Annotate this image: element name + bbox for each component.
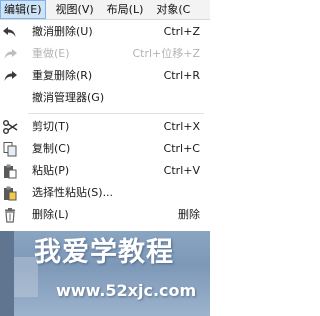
undo-icon bbox=[0, 21, 20, 43]
menu-item-undo[interactable]: 撤消删除(U) Ctrl+Z bbox=[0, 21, 210, 43]
menu-item-shortcut: Ctrl+X bbox=[163, 120, 200, 133]
banner-url: www.52xjc.com bbox=[56, 281, 197, 300]
menu-item-label: 撤消管理器(G) bbox=[32, 91, 105, 104]
menu-item-redo[interactable]: 重做(E) Ctrl+位移+Z bbox=[0, 43, 210, 65]
menubar-view[interactable]: 视图(V) bbox=[53, 0, 97, 19]
menu-item-shortcut: Ctrl+位移+Z bbox=[132, 47, 200, 60]
watermark-banner: 我爱学教程 www.52xjc.com bbox=[0, 231, 210, 316]
menu-item-shortcut: Ctrl+V bbox=[163, 164, 200, 177]
paste-special-icon bbox=[0, 182, 20, 204]
menu-item-label: 删除(L) bbox=[32, 208, 69, 221]
menu-item-undo-manager[interactable]: 撤消管理器(G) bbox=[0, 87, 210, 109]
menu-item-shortcut: 删除 bbox=[178, 208, 200, 221]
menu-item-shortcut: Ctrl+C bbox=[163, 142, 200, 155]
menu-item-label: 选择性粘贴(S)... bbox=[32, 186, 114, 199]
scissors-icon bbox=[0, 116, 20, 138]
repeat-icon bbox=[0, 65, 20, 87]
app-window: 编辑(E) 视图(V) 布局(L) 对象(C 撤消删除(U) Ctrl+Z 重做… bbox=[0, 0, 210, 316]
menu-item-label: 重复删除(R) bbox=[32, 69, 93, 82]
banner-title: 我爱学教程 bbox=[34, 237, 174, 268]
banner-strip bbox=[0, 231, 14, 316]
menu-item-cut[interactable]: 剪切(T) Ctrl+X bbox=[0, 116, 210, 138]
menu-separator bbox=[28, 113, 204, 114]
menubar-edit[interactable]: 编辑(E) bbox=[0, 0, 46, 19]
menu-item-label: 复制(C) bbox=[32, 142, 71, 155]
menubar-object[interactable]: 对象(C bbox=[153, 0, 193, 19]
redo-icon bbox=[0, 43, 20, 65]
paste-icon bbox=[0, 160, 20, 182]
edit-menu-dropdown: 撤消删除(U) Ctrl+Z 重做(E) Ctrl+位移+Z 重复删除(R) C… bbox=[0, 20, 210, 231]
menu-item-label: 撤消删除(U) bbox=[32, 25, 93, 38]
menu-item-shortcut: Ctrl+R bbox=[163, 69, 200, 82]
menu-item-shortcut: Ctrl+Z bbox=[163, 25, 200, 38]
menu-item-label: 剪切(T) bbox=[32, 120, 70, 133]
menu-item-paste-special[interactable]: 选择性粘贴(S)... bbox=[0, 182, 210, 204]
copy-icon bbox=[0, 138, 20, 160]
trash-icon bbox=[0, 204, 20, 226]
menu-item-paste[interactable]: 粘贴(P) Ctrl+V bbox=[0, 160, 210, 182]
menu-bar: 编辑(E) 视图(V) 布局(L) 对象(C bbox=[0, 0, 210, 20]
menu-item-delete[interactable]: 删除(L) 删除 bbox=[0, 204, 210, 226]
menu-item-repeat[interactable]: 重复删除(R) Ctrl+R bbox=[0, 65, 210, 87]
menubar-layout[interactable]: 布局(L) bbox=[104, 0, 147, 19]
menu-item-label: 重做(E) bbox=[32, 47, 70, 60]
menu-item-copy[interactable]: 复制(C) Ctrl+C bbox=[0, 138, 210, 160]
menu-item-label: 粘贴(P) bbox=[32, 164, 70, 177]
